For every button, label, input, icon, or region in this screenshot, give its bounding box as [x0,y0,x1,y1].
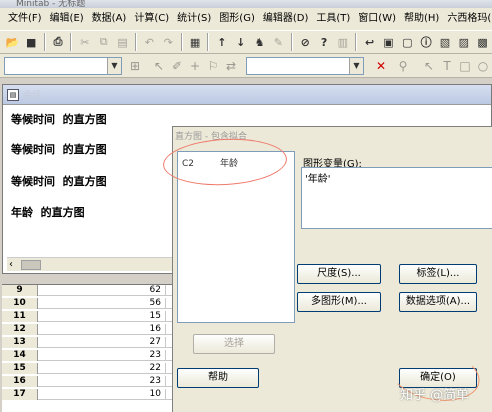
command-combo[interactable]: ▼ [4,57,122,75]
toolbar-separator [207,33,210,51]
arrow-down-icon[interactable]: ↓ [232,33,249,51]
scale-button[interactable]: 尺度(S)... [297,264,381,284]
row-number: 14 [2,350,38,361]
select-button[interactable]: 选择 [193,334,275,354]
menu-six-sigma[interactable]: 六西格玛( [443,8,492,30]
close-graphs-icon[interactable]: ▢ [399,33,416,51]
save-icon[interactable]: ■ [23,33,40,51]
cell-value[interactable]: 27 [38,337,166,348]
arrow-up-icon[interactable]: ↑ [213,33,230,51]
menu-data[interactable]: 数据(A) [88,8,131,30]
print-icon[interactable]: ⎙ [50,33,67,51]
labels-button[interactable]: 标签(L)... [399,264,477,284]
toolbar-separator [355,33,358,51]
cell-value[interactable]: 56 [38,298,166,309]
zoom-icon[interactable]: ⇄ [222,57,240,75]
menu-tools[interactable]: 工具(T) [312,8,354,30]
row-number: 12 [2,324,38,335]
ellipse-tool-icon[interactable]: ○ [474,57,492,75]
graph-variables-field[interactable]: '年龄' [301,167,492,229]
session-output-line: 等候时间 的直方图 [11,143,107,156]
select-arrow-icon[interactable]: ↖ [150,57,168,75]
session-icon: ▤ [7,88,19,101]
delete-icon[interactable]: ✕ [372,57,390,75]
multiple-graphs-button[interactable]: 多图形(M)... [297,292,381,312]
menu-edit[interactable]: 编辑(E) [46,8,88,30]
row-number: 10 [2,298,38,309]
cell-value[interactable]: 23 [38,376,166,387]
toolbar-separator [180,33,183,51]
chevron-down-icon[interactable]: ▼ [107,58,121,74]
toolbar-separator [43,33,46,51]
cell-value[interactable]: 22 [38,363,166,374]
formatting-toolbar: ▼ ⊞ ↖ ✐ + ⚐ ⇄ ▼ ✕ ⚲ ↖ T □ ○ [0,54,492,78]
menubar: 文件(F) 编辑(E) 数据(A) 计算(C) 统计(S) 图形(G) 编辑器(… [0,8,492,30]
toolbar-separator [70,33,73,51]
project-manager-icon[interactable]: ▩ [474,33,491,51]
menu-stat[interactable]: 统计(S) [173,8,215,30]
rectangle-tool-icon[interactable]: □ [456,57,474,75]
row-number: 13 [2,337,38,348]
menu-help[interactable]: 帮助(H) [400,8,443,30]
toolbar-separator [290,33,293,51]
menu-calc[interactable]: 计算(C) [130,8,173,30]
scroll-left-icon[interactable]: ‹ [9,258,13,272]
copy-icon[interactable]: ⧉ [95,33,112,51]
cell-value[interactable]: 23 [38,350,166,361]
session-window-icon[interactable]: ↩ [361,33,378,51]
info-icon[interactable]: ⓘ [418,33,435,51]
cell-value[interactable]: 15 [38,311,166,322]
row-number: 17 [2,389,38,400]
text-tool-icon[interactable]: T [438,57,456,75]
worksheet-icon[interactable]: ▦ [187,33,204,51]
scroll-thumb[interactable] [21,260,41,270]
menu-window[interactable]: 窗口(W) [354,8,400,30]
session-output-line: 等候时间 的直方图 [11,175,107,188]
undo-icon[interactable]: ↶ [141,33,158,51]
help-button[interactable]: 帮助 [177,368,259,388]
watermark: 知乎 @简单 [400,388,470,403]
history-icon[interactable]: ▧ [437,33,454,51]
redo-icon[interactable]: ↷ [160,33,177,51]
find-icon[interactable]: ♞ [251,33,268,51]
help-icon[interactable]: ? [316,33,333,51]
replace-icon[interactable]: ✎ [270,33,287,51]
standard-toolbar: 📂 ■ ⎙ ✂ ⧉ ▤ ↶ ↷ ▦ ↑ ↓ ♞ ✎ ⊘ ? ▥ ↩ ▣ ▢ ⓘ … [0,30,492,54]
cell-value[interactable]: 16 [38,324,166,335]
meeting-icon[interactable]: ▥ [334,33,351,51]
brush-icon[interactable]: ✐ [168,57,186,75]
session-output-line: 等候时间 的直方图 [11,113,107,126]
crosshair-icon[interactable]: + [186,57,204,75]
graph-folder-icon[interactable]: ▣ [380,33,397,51]
chevron-down-icon[interactable]: ▼ [349,58,363,74]
flag-icon[interactable]: ⚐ [204,57,222,75]
paste-icon[interactable]: ▤ [114,33,131,51]
session-title: 会话 [23,91,42,101]
toolbar-separator [134,33,137,51]
graph-element-combo[interactable]: ▼ [246,57,364,75]
window-title: Minitab - 无标题 [16,0,86,8]
row-number: 16 [2,376,38,387]
session-header: ▤ 会话 [3,85,491,105]
cut-icon[interactable]: ✂ [76,33,93,51]
menu-file[interactable]: 文件(F) [4,8,46,30]
edit-icon[interactable]: ⊞ [126,57,144,75]
open-folder-icon[interactable]: 📂 [4,33,21,51]
data-options-button[interactable]: 数据选项(A)... [399,292,477,312]
menu-graph[interactable]: 图形(G) [215,8,259,30]
magnify-icon[interactable]: ⚲ [394,57,412,75]
report-pad-icon[interactable]: ▨ [455,33,472,51]
cell-value[interactable]: 10 [38,389,166,400]
row-number: 15 [2,363,38,374]
cell-value[interactable]: 62 [38,285,166,296]
menu-editor[interactable]: 编辑器(D) [259,8,313,30]
session-output-line: 年龄 的直方图 [11,206,85,219]
row-number: 11 [2,311,38,322]
window-titlebar: Minitab - 无标题 [0,0,492,8]
row-number: 9 [2,285,38,296]
pointer-icon[interactable]: ↖ [420,57,438,75]
cancel-icon[interactable]: ⊘ [297,33,314,51]
